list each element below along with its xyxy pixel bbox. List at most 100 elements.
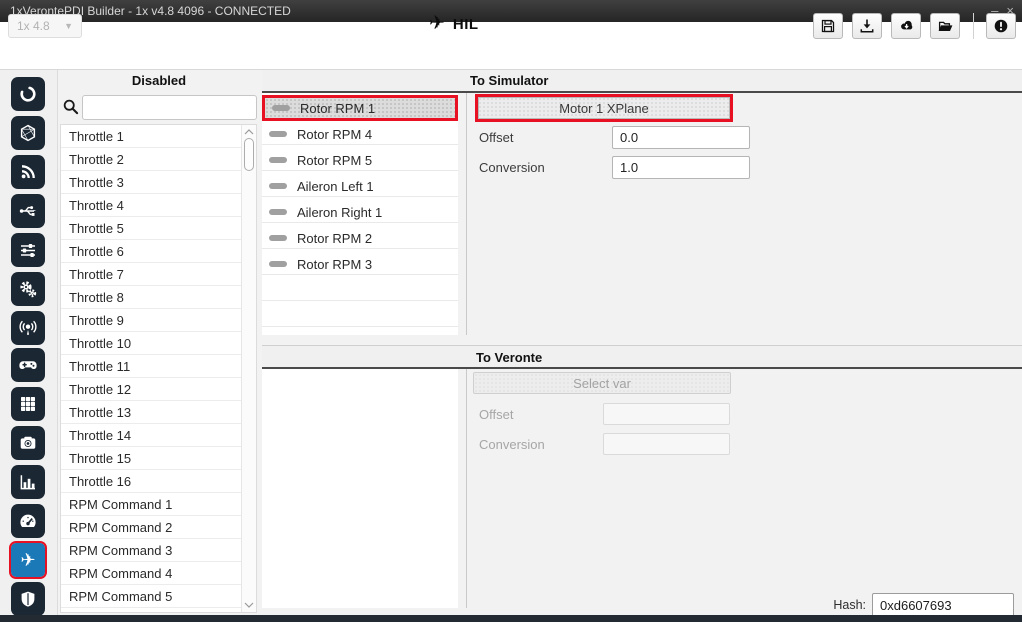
scrollbar[interactable] — [241, 125, 256, 612]
open-button[interactable] — [930, 13, 960, 39]
veronte-variables-list[interactable] — [262, 369, 458, 608]
hexagon-network-icon — [18, 123, 38, 143]
toolbar-separator — [973, 13, 974, 39]
list-item[interactable]: Throttle 1 — [61, 125, 256, 148]
list-item[interactable]: Throttle 10 — [61, 332, 256, 355]
drag-handle-icon[interactable] — [269, 261, 287, 267]
drag-handle-icon[interactable] — [269, 157, 287, 163]
list-item[interactable]: Throttle 4 — [61, 194, 256, 217]
list-item[interactable]: Rotor RPM 3 — [262, 251, 458, 277]
list-item[interactable]: Aileron Right 1 — [262, 199, 458, 225]
podcast-icon — [18, 318, 38, 338]
list-item[interactable]: Throttle 8 — [61, 286, 256, 309]
list-item[interactable]: RPM Command 1 — [61, 493, 256, 516]
app-window: 1xVerontePDI Builder - 1x v4.8 4096 - CO… — [0, 0, 1022, 622]
list-item[interactable]: Rotor RPM 5 — [262, 147, 458, 173]
disabled-panel-title: Disabled — [60, 70, 258, 92]
ring-icon — [18, 84, 38, 104]
sidebar-item-ring[interactable] — [11, 77, 45, 111]
gamepad-icon — [18, 355, 38, 375]
sidebar-item-platform[interactable] — [11, 116, 45, 150]
list-item-label: Throttle 10 — [69, 336, 131, 351]
list-item[interactable]: Throttle 11 — [61, 355, 256, 378]
list-item[interactable]: Throttle 16 — [61, 470, 256, 493]
page-title-label: HIL — [453, 16, 479, 33]
offset-field[interactable] — [603, 403, 730, 425]
sidebar-item-broadcast[interactable] — [11, 311, 45, 345]
list-item-label: Rotor RPM 5 — [297, 153, 372, 168]
drag-handle-icon[interactable] — [269, 131, 287, 137]
drag-handle-icon[interactable] — [269, 183, 287, 189]
list-item[interactable]: Throttle 14 — [61, 424, 256, 447]
list-item-label: Throttle 13 — [69, 405, 131, 420]
usb-icon — [18, 201, 38, 221]
list-item[interactable]: Throttle 7 — [61, 263, 256, 286]
sidebar-item-telemetry[interactable] — [11, 155, 45, 189]
sidebar-item-hil[interactable]: ✈ — [11, 543, 45, 577]
hil-variables-list[interactable]: Rotor RPM 1 Rotor RPM 4 Rotor RPM 5 Aile… — [262, 93, 458, 335]
list-item[interactable]: RPM Command 6 — [61, 608, 256, 613]
info-button[interactable] — [986, 13, 1016, 39]
list-item-label: RPM Command 4 — [69, 566, 172, 581]
sidebar-item-gauge[interactable] — [11, 504, 45, 538]
info-icon — [993, 18, 1009, 34]
chevron-down-icon: ▼ — [64, 21, 73, 31]
sidebar-item-safety[interactable] — [11, 582, 45, 616]
drag-handle-icon[interactable] — [269, 209, 287, 215]
sidebar-item-settings[interactable] — [11, 233, 45, 267]
list-item[interactable]: Rotor RPM 1 — [262, 95, 458, 121]
list-item[interactable]: Throttle 3 — [61, 171, 256, 194]
list-item[interactable]: RPM Command 5 — [61, 585, 256, 608]
cloud-download-button[interactable] — [891, 13, 921, 39]
list-item[interactable]: Throttle 9 — [61, 309, 256, 332]
list-item[interactable]: Throttle 6 — [61, 240, 256, 263]
sidebar-item-joystick[interactable] — [11, 348, 45, 382]
list-item[interactable]: Aileron Left 1 — [262, 173, 458, 199]
scroll-up-icon[interactable] — [244, 129, 254, 135]
to-simulator-title: To Simulator — [470, 73, 548, 88]
list-item[interactable]: Throttle 2 — [61, 148, 256, 171]
list-item[interactable]: RPM Command 2 — [61, 516, 256, 539]
list-item-label: Throttle 8 — [69, 290, 124, 305]
sidebar-item-automations[interactable] — [11, 272, 45, 306]
import-button[interactable] — [852, 13, 882, 39]
window-bottom-edge — [0, 615, 1022, 622]
list-item-label: Rotor RPM 2 — [297, 231, 372, 246]
save-button[interactable] — [813, 13, 843, 39]
list-item[interactable]: RPM Command 4 — [61, 562, 256, 585]
list-item-label: Rotor RPM 3 — [297, 257, 372, 272]
disabled-variables-list[interactable]: Throttle 1 Throttle 2 Throttle 3 Throttl… — [60, 124, 257, 613]
hash-field[interactable] — [872, 593, 1014, 617]
scrollbar-thumb[interactable] — [244, 138, 254, 171]
list-item[interactable]: Throttle 15 — [61, 447, 256, 470]
list-item-label: Throttle 1 — [69, 129, 124, 144]
sidebar-item-camera[interactable] — [11, 426, 45, 460]
list-item-label: RPM Command 3 — [69, 543, 172, 558]
simulator-variable-button[interactable]: Motor 1 XPlane — [475, 94, 733, 122]
search-input[interactable] — [82, 95, 257, 120]
veronte-variable-button[interactable]: Select var — [473, 372, 731, 394]
sidebar-item-matrix[interactable] — [11, 387, 45, 421]
drag-handle-icon[interactable] — [269, 235, 287, 241]
sidebar-item-usb[interactable] — [11, 194, 45, 228]
conversion-field[interactable] — [612, 156, 750, 179]
rss-icon — [18, 162, 38, 182]
sidebar-item-statistics[interactable] — [11, 465, 45, 499]
scroll-down-icon[interactable] — [244, 602, 254, 608]
version-dropdown[interactable]: 1x 4.8 ▼ — [8, 14, 82, 38]
list-item[interactable]: Throttle 13 — [61, 401, 256, 424]
list-item-label: RPM Command 5 — [69, 589, 172, 604]
conversion-field[interactable] — [603, 433, 730, 455]
list-item[interactable]: Rotor RPM 4 — [262, 121, 458, 147]
offset-field[interactable] — [612, 126, 750, 149]
drag-handle-icon[interactable] — [272, 105, 290, 111]
airplane-icon: ✈ — [429, 9, 445, 39]
airplane-icon: ✈ — [20, 551, 35, 569]
list-item-label: Throttle 4 — [69, 198, 124, 213]
list-item[interactable]: Throttle 12 — [61, 378, 256, 401]
panel-divider — [466, 93, 467, 335]
list-item[interactable]: Throttle 5 — [61, 217, 256, 240]
list-item[interactable]: Rotor RPM 2 — [262, 225, 458, 251]
sliders-icon — [18, 240, 38, 260]
list-item[interactable]: RPM Command 3 — [61, 539, 256, 562]
